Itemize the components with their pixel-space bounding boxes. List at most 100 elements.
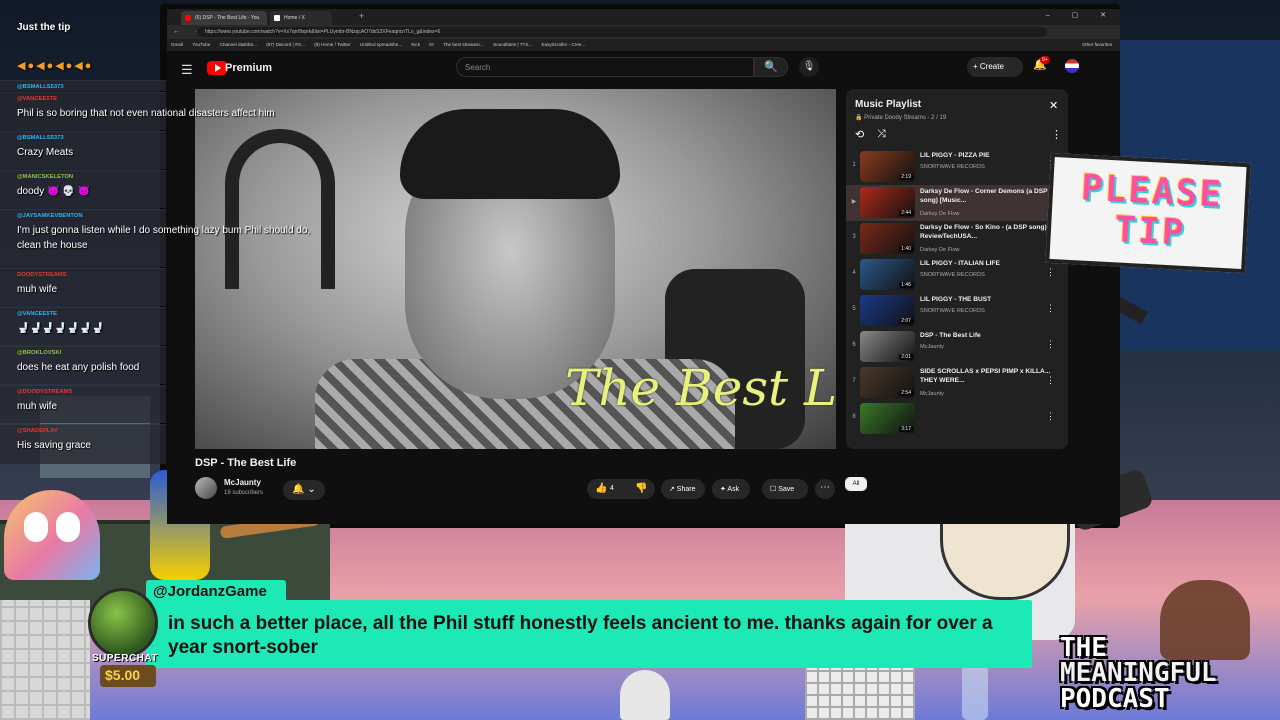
- playlist-item[interactable]: 7 2:54 SIDE SCROLLAS x PEPSI PIMP x KILLA.…: [846, 365, 1068, 401]
- stream-title: Just the tip: [17, 22, 71, 33]
- bookmark[interactable]: Soundbites | TTS...: [493, 42, 532, 47]
- other-favorites[interactable]: Other favorites: [1082, 42, 1112, 47]
- more-actions-button[interactable]: ⋯: [815, 479, 835, 499]
- search-button[interactable]: 🔍: [754, 57, 788, 77]
- url-input[interactable]: https://www.youtube.com/watch?v=Xx7qrr8l…: [197, 27, 1047, 37]
- playlist-item-title[interactable]: Darksy De Flow - Corner Demons (a DSP so…: [920, 188, 1052, 205]
- bookmark[interactable]: Kick: [411, 42, 420, 47]
- playlist-item-index: 6: [852, 342, 856, 348]
- playlist-item-channel[interactable]: SNORTWAVE RECORDS: [920, 164, 985, 170]
- chat-username: @MANICSKELETON: [17, 174, 74, 180]
- shuffle-icon[interactable]: ⤨: [877, 128, 886, 141]
- background-keyboard-right: [805, 668, 915, 720]
- playlist-item-more-icon[interactable]: ⋮: [1046, 303, 1055, 314]
- playlist-item-more-icon[interactable]: ⋮: [1046, 339, 1055, 350]
- playlist-more-icon[interactable]: ⋮: [1051, 128, 1062, 141]
- playlist-item-channel[interactable]: McJaunty: [920, 391, 944, 397]
- playlist-item-thumbnail[interactable]: 1:40: [860, 223, 915, 254]
- playlist-item-channel[interactable]: Darksy De Flow: [920, 247, 959, 253]
- bookmark[interactable]: The best streamin...: [443, 42, 484, 47]
- playlist-item-title[interactable]: LIL PIGGY - PIZZA PIE: [920, 152, 1052, 161]
- bookmark[interactable]: Untitled spreadshe...: [360, 42, 402, 47]
- playlist-items: 1 2:19 LIL PIGGY - PIZZA PIE SNORTWAVE RECO…: [846, 149, 1068, 449]
- playlist-item[interactable]: 8 3:17 ⋮: [846, 401, 1068, 437]
- bookmark[interactable]: Channel dashbo...: [220, 42, 257, 47]
- chat-username: @JAYSAMKEVBENTON: [17, 213, 83, 219]
- loop-icon[interactable]: ⟲: [855, 128, 864, 141]
- chat-message: @SHADEPLAY His saving grace: [0, 424, 166, 464]
- share-button[interactable]: ↗ Share: [661, 479, 705, 499]
- playlist-item-title[interactable]: SIDE SCROLLAS x PEPSI PIMP x KILLA... TH…: [920, 368, 1052, 385]
- playlist-item-duration: 3:17: [899, 426, 913, 432]
- tab-label: (6) DSP - The Best Life - You: [195, 15, 260, 21]
- playlist-item-thumbnail[interactable]: 2:07: [860, 295, 915, 326]
- chat-username: DOODYSTREAMS: [17, 272, 67, 278]
- chat-text: Phil is so boring that not even national…: [17, 108, 275, 119]
- playlist-item-title[interactable]: LIL PIGGY - ITALIAN LIFE: [920, 260, 1052, 269]
- playlist-item-more-icon[interactable]: ⋮: [1046, 375, 1055, 386]
- chat-username: @DOODYSTREAMS: [17, 389, 73, 395]
- chat-username: @BSMALLS5373: [17, 84, 64, 90]
- playlist-item-title[interactable]: Darksy De Flow - So Kino - (a DSP song) …: [920, 224, 1052, 241]
- thumbs-down-icon[interactable]: 👎: [635, 483, 647, 494]
- tab-x-home[interactable]: Home / X: [270, 11, 332, 25]
- playlist-item-more-icon[interactable]: ⋮: [1046, 267, 1055, 278]
- playlist-item-thumbnail[interactable]: 2:44: [860, 187, 915, 218]
- account-avatar[interactable]: [1065, 59, 1079, 73]
- youtube-premium-label[interactable]: Premium: [225, 62, 272, 74]
- address-bar-row: ← → ⟳ https://www.youtube.com/watch?v=Xx…: [167, 25, 1120, 39]
- create-button[interactable]: + Create: [967, 57, 1023, 77]
- playlist-item-channel[interactable]: SNORTWAVE RECORDS: [920, 272, 985, 278]
- playlist-item[interactable]: 3 1:40 Darksy De Flow - So Kino - (a DSP s…: [846, 221, 1068, 257]
- new-tab-button[interactable]: +: [359, 11, 364, 21]
- playlist-item-thumbnail[interactable]: 3:17: [860, 403, 915, 434]
- search-input[interactable]: Search: [456, 57, 754, 77]
- playlist-item[interactable]: 4 1:46 LIL PIGGY - ITALIAN LIFE SNORTWAVE R…: [846, 257, 1068, 293]
- playlist-item-channel[interactable]: McJaunty: [920, 344, 944, 350]
- tip-tokens-icons: ◀●◀●◀●◀●: [17, 60, 94, 72]
- save-button[interactable]: ☐ Save: [762, 479, 808, 499]
- playlist-title[interactable]: Music Playlist: [855, 99, 921, 110]
- chat-username: @SHADEPLAY: [17, 428, 58, 434]
- filter-chip-all[interactable]: All: [845, 477, 867, 491]
- chat-text: Crazy Meats: [17, 147, 74, 158]
- playlist-item-thumbnail[interactable]: 2:01: [860, 331, 915, 362]
- bookmark[interactable]: iO: [429, 42, 434, 47]
- chat-text: muh wife: [17, 401, 58, 412]
- tab-youtube[interactable]: (6) DSP - The Best Life - You: [181, 11, 267, 25]
- playlist-privacy-info: 🔒 Private Doody Streams - 2 / 19: [855, 115, 947, 121]
- close-icon[interactable]: ✕: [1049, 99, 1058, 112]
- hamburger-menu-icon[interactable]: ☰: [181, 62, 193, 78]
- bookmark[interactable]: (9) Home / Twitter: [314, 42, 350, 47]
- playlist-item-channel[interactable]: SNORTWAVE RECORDS: [920, 308, 985, 314]
- bookmark[interactable]: YouTube: [192, 42, 210, 47]
- podcast-logo-mascot: [1160, 580, 1250, 660]
- playlist-item-more-icon[interactable]: ⋮: [1046, 411, 1055, 422]
- playlist-item-thumbnail[interactable]: 2:19: [860, 151, 915, 182]
- playlist-item-index: 7: [852, 378, 856, 384]
- playlist-item-duration: 2:44: [899, 210, 913, 216]
- playlist-item-channel[interactable]: Darksy De Flow: [920, 211, 959, 217]
- playlist-item[interactable]: 6 2:01 DSP - The Best Life McJaunty ⋮: [846, 329, 1068, 365]
- bookmark[interactable]: (97) Discord | #G...: [266, 42, 305, 47]
- bookmark[interactable]: EasyScroller - Cree...: [542, 42, 586, 47]
- thumbs-up-icon[interactable]: 👍: [595, 483, 607, 494]
- playlist-item-title[interactable]: DSP - The Best Life: [920, 332, 1052, 341]
- window-controls[interactable]: – ▢ ✕: [1046, 11, 1116, 19]
- playlist-item-title[interactable]: LIL PIGGY - THE BUST: [920, 296, 1052, 305]
- ghost-mascot: [4, 490, 100, 580]
- bookmark[interactable]: Gmail: [171, 42, 183, 47]
- playlist-item-thumbnail[interactable]: 2:54: [860, 367, 915, 398]
- playlist-item[interactable]: 5 2:07 LIL PIGGY - THE BUST SNORTWAVE RECOR…: [846, 293, 1068, 329]
- playlist-item-thumbnail[interactable]: 1:46: [860, 259, 915, 290]
- background-bottle: [962, 665, 988, 720]
- playlist-item[interactable]: 1 2:19 LIL PIGGY - PIZZA PIE SNORTWAVE RECO…: [846, 149, 1068, 185]
- chat-text: 🚽🚽🚽🚽🚽🚽🚽: [17, 323, 105, 334]
- playlist-item-index: ▶: [851, 199, 857, 205]
- ghost-eye: [24, 512, 48, 542]
- playlist-item[interactable]: ▶ 2:44 Darksy De Flow - Corner Demons (a D…: [846, 185, 1068, 221]
- playlist-item-index: 4: [852, 270, 856, 276]
- ask-button[interactable]: ✦ Ask: [712, 479, 750, 499]
- playlist-item-duration: 1:46: [899, 282, 913, 288]
- voice-search-icon[interactable]: 🎙: [799, 57, 819, 77]
